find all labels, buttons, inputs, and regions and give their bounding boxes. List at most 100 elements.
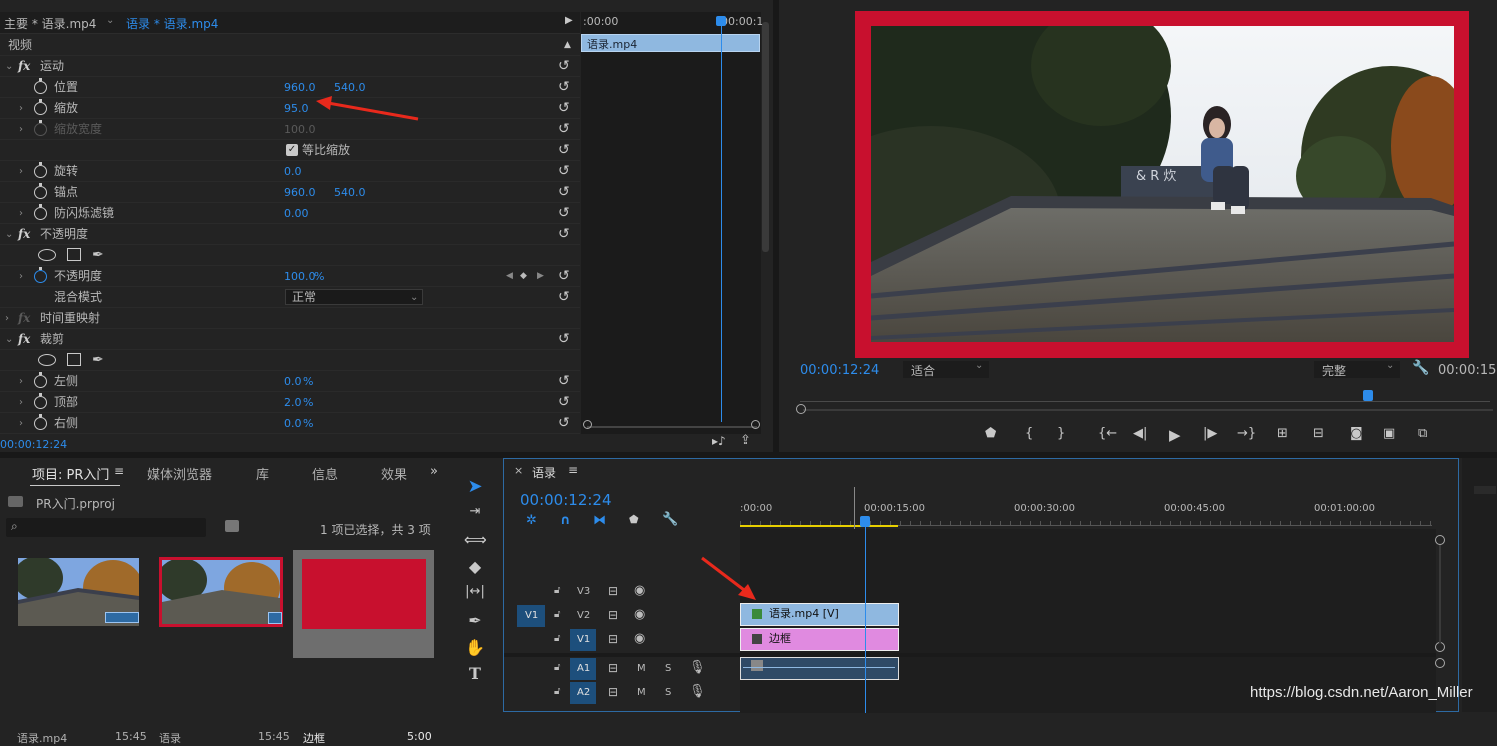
- type-tool-icon[interactable]: T: [464, 664, 486, 686]
- reset-icon[interactable]: ↺: [558, 371, 570, 392]
- button-editor-icon[interactable]: ▣: [1383, 426, 1395, 441]
- track-target-a2[interactable]: A2: [570, 682, 596, 704]
- add-marker-icon[interactable]: ⬟: [629, 513, 639, 526]
- lock-icon[interactable]: 🔓︎: [554, 585, 560, 596]
- microphone-icon[interactable]: 🎙︎: [689, 684, 706, 699]
- reset-icon[interactable]: ↺: [558, 287, 570, 308]
- program-playhead[interactable]: [1363, 390, 1373, 401]
- tab-info[interactable]: 信息: [312, 464, 338, 483]
- chevron-right-icon[interactable]: ›: [19, 413, 23, 434]
- pen-mask-icon[interactable]: ✒: [92, 245, 104, 266]
- rectangle-mask-icon[interactable]: [67, 248, 81, 261]
- stopwatch-icon[interactable]: [34, 183, 47, 199]
- linked-selection-icon[interactable]: ⧓: [593, 513, 606, 528]
- sync-lock-icon[interactable]: ⊟: [608, 584, 618, 598]
- nest-icon[interactable]: ✲: [526, 513, 537, 528]
- v-zoom-handle-audio[interactable]: [1435, 658, 1445, 668]
- chevron-right-icon[interactable]: ›: [19, 203, 23, 224]
- more-tabs-icon[interactable]: »: [430, 464, 438, 479]
- chevron-down-icon[interactable]: ⌄: [5, 56, 13, 77]
- time-ruler[interactable]: :00:00 00:00:15:00 00:00:30:00 00:00:45:…: [740, 489, 1452, 529]
- effect-controls-timeline[interactable]: :00:00 00:00:1 语录.mp4: [581, 12, 769, 434]
- mute-button[interactable]: M: [637, 663, 646, 674]
- ec-playhead-handle[interactable]: [716, 16, 726, 26]
- tab-project[interactable]: 项目: PR入门: [32, 464, 109, 483]
- anchor-x-value[interactable]: 960.0: [284, 182, 316, 203]
- play-only-icon[interactable]: ▶: [565, 15, 573, 26]
- tab-effects[interactable]: 效果: [381, 464, 407, 483]
- project-item-sequence[interactable]: 语录 15:45: [150, 550, 291, 745]
- chevron-right-icon[interactable]: ›: [19, 392, 23, 413]
- master-clip-tab[interactable]: 主要 * 语录.mp4: [4, 15, 96, 32]
- reset-icon[interactable]: ↺: [558, 413, 570, 434]
- reset-icon[interactable]: ↺: [558, 56, 570, 77]
- rectangle-mask-icon[interactable]: [67, 353, 81, 366]
- opacity-value[interactable]: 100.0: [284, 266, 316, 287]
- add-keyframe-icon[interactable]: ◆: [520, 266, 527, 287]
- uniform-scale-checkbox[interactable]: ✓: [286, 144, 298, 156]
- stopwatch-icon[interactable]: [34, 162, 47, 178]
- fx-icon[interactable]: fx: [18, 224, 30, 245]
- v-zoom-handle-top[interactable]: [1435, 535, 1445, 545]
- timeline-playhead-handle[interactable]: [860, 516, 870, 527]
- stopwatch-icon[interactable]: [34, 393, 47, 409]
- chevron-down-icon[interactable]: ⌄: [5, 329, 13, 350]
- ec-zoom-handle-left[interactable]: [583, 420, 592, 429]
- sync-lock-icon[interactable]: ⊟: [608, 608, 618, 622]
- source-patch-v1[interactable]: V1: [517, 605, 545, 627]
- new-bin-from-search-icon[interactable]: [225, 520, 239, 532]
- clip-video-v2[interactable]: 语录.mp4 [V]: [740, 603, 899, 626]
- lock-icon[interactable]: 🔓︎: [554, 633, 560, 644]
- program-ruler[interactable]: [800, 392, 1490, 402]
- stopwatch-icon[interactable]: [34, 414, 47, 430]
- project-item-matte[interactable]: 边框 5:00: [293, 550, 434, 745]
- hand-tool-icon[interactable]: ✋: [464, 638, 486, 660]
- reset-icon[interactable]: ↺: [558, 266, 570, 287]
- crop-effect-row[interactable]: ⌄ fx 裁剪 ↺: [0, 329, 580, 350]
- chevron-right-icon[interactable]: ›: [19, 161, 23, 182]
- reset-icon[interactable]: ↺: [558, 329, 570, 350]
- ec-zoom-bar[interactable]: [587, 426, 757, 428]
- eye-icon[interactable]: ◉: [634, 607, 645, 622]
- reset-icon[interactable]: ↺: [558, 98, 570, 119]
- antiflicker-value[interactable]: 0.00: [284, 203, 309, 224]
- opacity-effect-row[interactable]: ⌄ fx 不透明度 ↺: [0, 224, 580, 245]
- fit-dropdown[interactable]: 适合 ⌄: [903, 360, 989, 378]
- hamburger-menu-icon[interactable]: ≡: [568, 463, 578, 477]
- reset-icon[interactable]: ↺: [558, 182, 570, 203]
- next-keyframe-icon[interactable]: ▶: [537, 266, 544, 287]
- scale-value[interactable]: 95.0: [284, 98, 309, 119]
- v-zoom-handle-mid[interactable]: [1435, 642, 1445, 652]
- close-icon[interactable]: ×: [514, 464, 523, 477]
- effect-controls-timecode[interactable]: 00:00:12:24: [0, 438, 67, 451]
- add-marker-icon[interactable]: ⬟: [985, 426, 996, 441]
- track-target-v1[interactable]: V1: [570, 629, 596, 651]
- ec-scrollbar[interactable]: [762, 22, 769, 252]
- fx-icon[interactable]: fx: [18, 329, 30, 350]
- rotation-value[interactable]: 0.0: [284, 161, 302, 182]
- crop-right-value[interactable]: 0.0: [284, 413, 302, 434]
- time-remap-row[interactable]: › fx 时间重映射: [0, 308, 580, 329]
- reset-icon[interactable]: ↺: [558, 224, 570, 245]
- fx-icon[interactable]: fx: [18, 308, 30, 329]
- track-select-tool-icon[interactable]: ⇥: [464, 504, 486, 526]
- reset-icon[interactable]: ↺: [558, 77, 570, 98]
- play-audio-icon[interactable]: ▸♪: [712, 434, 726, 448]
- blend-mode-dropdown[interactable]: 正常 ⌄: [285, 289, 423, 305]
- ec-zoom-handle-right[interactable]: [751, 420, 760, 429]
- selection-tool-icon[interactable]: ➤: [464, 476, 486, 498]
- stopwatch-icon[interactable]: [34, 267, 47, 283]
- anchor-y-value[interactable]: 540.0: [334, 182, 366, 203]
- hamburger-menu-icon[interactable]: ≡: [114, 464, 124, 478]
- extract-icon[interactable]: ⊟: [1313, 426, 1324, 441]
- chevron-down-icon[interactable]: ⌄: [5, 224, 13, 245]
- chevron-right-icon[interactable]: ›: [5, 308, 9, 329]
- slip-tool-icon[interactable]: |↔|: [464, 584, 486, 606]
- clip-frame-v1[interactable]: 边框: [740, 628, 899, 651]
- lift-icon[interactable]: ⊞: [1277, 426, 1288, 441]
- crop-left-value[interactable]: 0.0: [284, 371, 302, 392]
- compare-icon[interactable]: ⧉: [1418, 426, 1427, 441]
- chevron-right-icon[interactable]: ›: [19, 98, 23, 119]
- reset-icon[interactable]: ↺: [558, 119, 570, 140]
- chevron-right-icon[interactable]: ›: [19, 266, 23, 287]
